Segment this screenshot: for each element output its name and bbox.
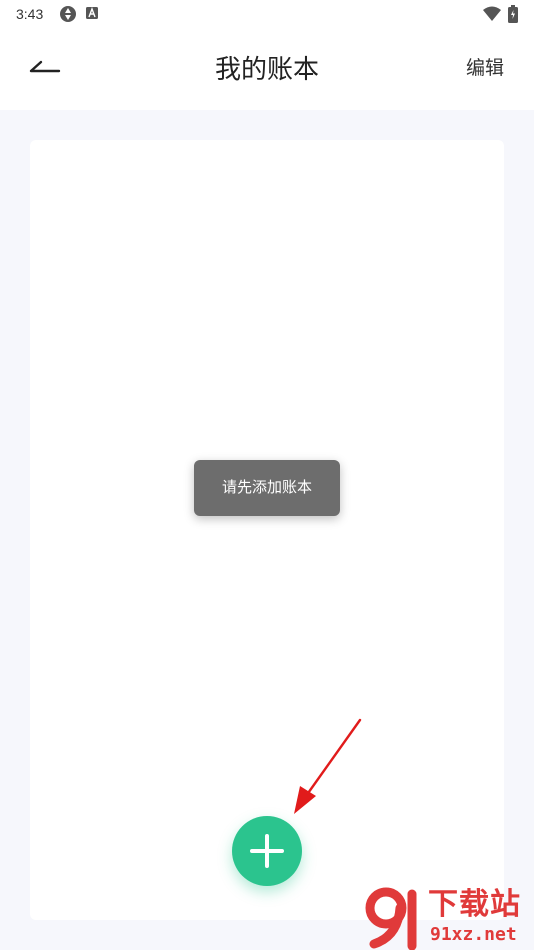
account-book-list xyxy=(30,140,504,920)
back-arrow-icon xyxy=(29,60,61,73)
status-time: 3:43 xyxy=(16,6,44,22)
91-logo-icon xyxy=(365,887,417,950)
add-account-book-button[interactable] xyxy=(232,816,302,886)
watermark-title: 下载站 xyxy=(428,888,521,921)
sync-icon xyxy=(60,6,76,22)
plus-icon xyxy=(250,834,284,868)
red-arrow-icon xyxy=(294,718,362,814)
wifi-icon xyxy=(483,6,501,21)
edit-button[interactable]: 编辑 xyxy=(466,57,504,81)
status-bar: 3:43 xyxy=(0,0,534,30)
page-title: 我的账本 xyxy=(214,54,319,84)
battery-icon xyxy=(508,5,518,23)
header: 我的账本 编辑 xyxy=(0,30,534,110)
back-button[interactable] xyxy=(24,50,64,90)
watermark: 下载站 91xz.net xyxy=(362,886,532,950)
a-badge-icon xyxy=(86,7,98,19)
toast-message: 请先添加账本 xyxy=(194,460,340,516)
watermark-domain: 91xz.net xyxy=(430,924,517,945)
